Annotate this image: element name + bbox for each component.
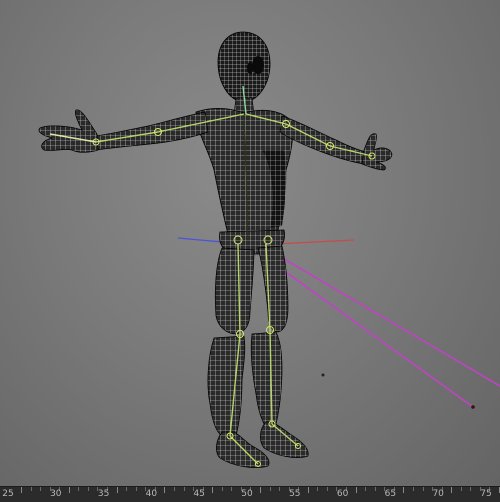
timeline-tick-minor: [135, 487, 137, 491]
timeline-tick-major: [68, 487, 70, 493]
timeline-tick-minor: [87, 487, 89, 491]
right-shin: [250, 331, 283, 425]
timeline-frame-label: 50: [241, 489, 253, 499]
timeline-tick-major: [21, 487, 22, 493]
timeline-frame-label: 55: [289, 489, 301, 499]
timeline-tick-minor: [78, 487, 80, 491]
timeline-frame-label: 70: [432, 489, 444, 499]
timeline-tick-major: [164, 487, 166, 493]
timeline-tick-major: [451, 487, 453, 493]
timeline-tick-minor: [422, 487, 424, 491]
left-thigh: [214, 247, 255, 335]
timeline-tick-minor: [460, 487, 462, 491]
timeline-tick-major: [116, 487, 118, 493]
timeline-tick-minor: [126, 487, 128, 491]
timeline-tick-major: [403, 487, 405, 493]
eye-socket-left: [247, 62, 253, 74]
timeline-frame-label: 65: [384, 489, 397, 499]
left-shin: [207, 335, 246, 437]
right-foot: [260, 421, 309, 458]
timeline-tick-minor: [365, 487, 367, 491]
3d-viewport[interactable]: [0, 0, 500, 486]
timeline-frame-label: 25: [2, 489, 14, 499]
timeline-tick-minor: [30, 487, 32, 491]
right-hand: [361, 133, 393, 171]
timeline-tick-minor: [279, 487, 281, 491]
timeline-tick-major: [355, 487, 357, 493]
timeline-frame-label: 60: [336, 489, 349, 499]
ik-lines: [257, 245, 500, 409]
timeline-frame-label: 35: [97, 489, 110, 499]
timeline-tick-minor: [231, 487, 233, 491]
eye-socket: [252, 56, 264, 74]
timeline-tick-major: [260, 487, 261, 493]
timeline-tick-minor: [221, 487, 223, 491]
timeline-tick-major: [307, 487, 309, 493]
timeline-tick-minor: [374, 487, 376, 491]
scene-canvas[interactable]: [0, 0, 500, 486]
ik-target-point: [471, 405, 475, 409]
timeline-frame-label: 45: [193, 489, 205, 499]
timeline-tick-minor: [412, 487, 414, 491]
timeline-tick-minor: [269, 487, 271, 491]
right-thigh: [257, 245, 289, 333]
timeline-frame-label: 30: [50, 489, 62, 499]
timeline-tick-minor: [183, 487, 185, 491]
timeline-tick-minor: [173, 487, 175, 491]
timeline-tick-major: [212, 487, 214, 493]
character-mesh[interactable]: [38, 31, 393, 468]
timeline-tick-minor: [317, 487, 319, 491]
pivot-point: [321, 373, 325, 377]
timeline-tick-minor: [326, 487, 328, 491]
left-hand: [38, 109, 99, 153]
timeline-frame-label: 75: [480, 489, 492, 499]
timeline-tick-minor: [470, 487, 472, 491]
timeline-frame-label: 40: [145, 489, 158, 499]
timeline-ruler[interactable]: 25 30 35 40 45 50 55 60 65 70 75: [0, 486, 500, 502]
right-arm: [279, 115, 367, 165]
timeline-tick-minor: [40, 487, 42, 491]
left-arm: [94, 111, 209, 151]
